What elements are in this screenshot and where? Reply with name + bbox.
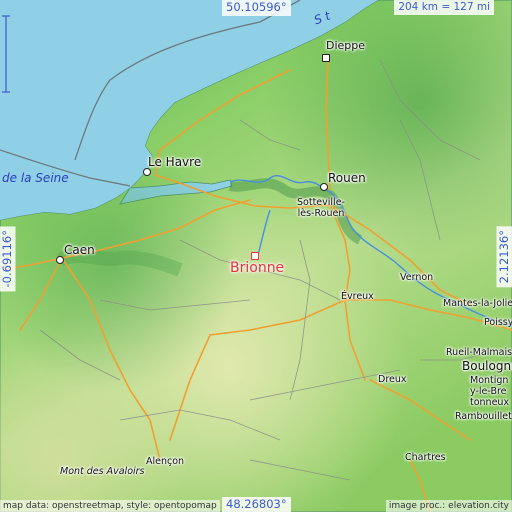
scale-label: 204 km = 127 mi — [394, 0, 494, 15]
place-label-brionne[interactable]: Brionne — [230, 261, 284, 275]
place-label-sotteville[interactable]: Sotteville-lès-Rouen — [290, 197, 352, 220]
place-label-rambouillet[interactable]: Rambouillet — [455, 412, 512, 422]
place-label-alencon[interactable]: Alençon — [146, 457, 184, 467]
place-label-rouen[interactable]: Rouen — [328, 172, 366, 184]
place-label-chartres[interactable]: Chartres — [405, 453, 446, 463]
east-bound-label: 2.12136° — [496, 226, 512, 288]
place-label-poissy[interactable]: Poissy — [484, 318, 512, 328]
place-label-boulogne[interactable]: Boulogne — [462, 360, 512, 372]
place-label-rueil[interactable]: Rueil-Malmaison — [446, 348, 512, 358]
place-label-vernon[interactable]: Vernon — [400, 273, 433, 283]
north-bound-label: 50.10596° — [222, 0, 291, 16]
west-bound-label: -0.69116° — [0, 226, 16, 292]
place-label-caen[interactable]: Caen — [64, 244, 95, 256]
scale-bar — [2, 15, 10, 93]
place-label-lehavre[interactable]: Le Havre — [148, 156, 201, 168]
place-label-montigny[interactable]: Montigny-le-Bretonneux — [470, 375, 510, 409]
map-view[interactable]: S t de la Seine Dieppe Le Havre Rouen So… — [0, 0, 512, 512]
image-credit[interactable]: image proc.: elevation.city — [385, 500, 512, 512]
place-label-montavaloirs[interactable]: Mont des Avaloirs — [60, 467, 145, 477]
map-credit[interactable]: map data: openstreetmap, style: opentopo… — [0, 500, 220, 512]
place-label-dreux[interactable]: Dreux — [378, 375, 407, 385]
place-label-evreux[interactable]: Évreux — [341, 292, 374, 302]
city-marker-dieppe — [322, 54, 330, 62]
place-label-dieppe[interactable]: Dieppe — [326, 40, 365, 51]
city-marker-caen — [56, 256, 64, 264]
city-marker-lehavre — [143, 168, 151, 176]
place-label-mantes[interactable]: Mantes-la-Jolie — [443, 299, 512, 309]
south-bound-label: 48.26803° — [222, 497, 291, 512]
estuary-label: de la Seine — [2, 171, 69, 185]
city-marker-rouen — [320, 183, 328, 191]
city-marker-brionne — [251, 252, 259, 260]
